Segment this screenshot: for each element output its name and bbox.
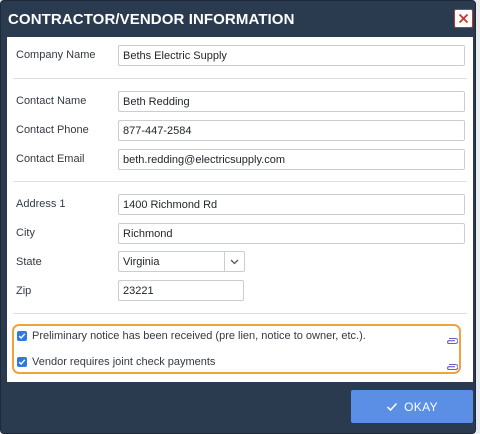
contact-phone-label: Contact Phone	[16, 124, 89, 136]
checkmark-icon	[387, 402, 398, 411]
joint-check-checkbox[interactable]	[17, 357, 27, 367]
contact-phone-input[interactable]: 877-447-2584	[118, 120, 465, 141]
contact-name-input[interactable]: Beth Redding	[118, 91, 465, 112]
city-input[interactable]: Richmond	[118, 223, 465, 244]
address1-label: Address 1	[16, 198, 66, 210]
form-panel: Company Name Beths Electric Supply Conta…	[7, 37, 473, 382]
state-select-value: Virginia	[123, 256, 160, 268]
contact-email-label: Contact Email	[16, 153, 85, 165]
chevron-down-icon	[224, 252, 244, 271]
preliminary-notice-option[interactable]: Preliminary notice has been received (pr…	[17, 330, 366, 342]
paperclip-icon[interactable]	[446, 358, 459, 376]
section-divider	[13, 78, 467, 79]
joint-check-label: Vendor requires joint check payments	[32, 356, 216, 368]
preliminary-notice-label: Preliminary notice has been received (pr…	[32, 330, 366, 342]
okay-button-label: OKAY	[404, 399, 438, 414]
vendor-info-dialog: CONTRACTOR/VENDOR INFORMATION Company Na…	[0, 0, 476, 434]
section-divider	[13, 181, 467, 182]
section-divider	[13, 313, 467, 314]
city-label: City	[16, 227, 35, 239]
close-x-icon	[458, 13, 469, 24]
joint-check-option[interactable]: Vendor requires joint check payments	[17, 356, 215, 368]
address1-input[interactable]: 1400 Richmond Rd	[118, 194, 465, 215]
checkmark-icon	[18, 333, 26, 340]
state-label: State	[16, 256, 42, 268]
state-select[interactable]: Virginia	[118, 251, 245, 272]
company-name-label: Company Name	[16, 49, 96, 61]
zip-label: Zip	[16, 285, 32, 297]
close-button[interactable]	[454, 9, 473, 28]
paperclip-icon[interactable]	[446, 332, 459, 350]
contact-email-input[interactable]: beth.redding@electricsupply.com	[118, 149, 465, 170]
okay-button[interactable]: OKAY	[351, 390, 473, 423]
company-name-input[interactable]: Beths Electric Supply	[118, 45, 465, 66]
contact-name-label: Contact Name	[16, 95, 87, 107]
checkmark-icon	[18, 359, 26, 366]
dialog-title: CONTRACTOR/VENDOR INFORMATION	[8, 11, 295, 28]
preliminary-notice-checkbox[interactable]	[17, 331, 27, 341]
zip-input[interactable]: 23221	[118, 280, 244, 301]
options-group: Preliminary notice has been received (pr…	[12, 324, 461, 374]
